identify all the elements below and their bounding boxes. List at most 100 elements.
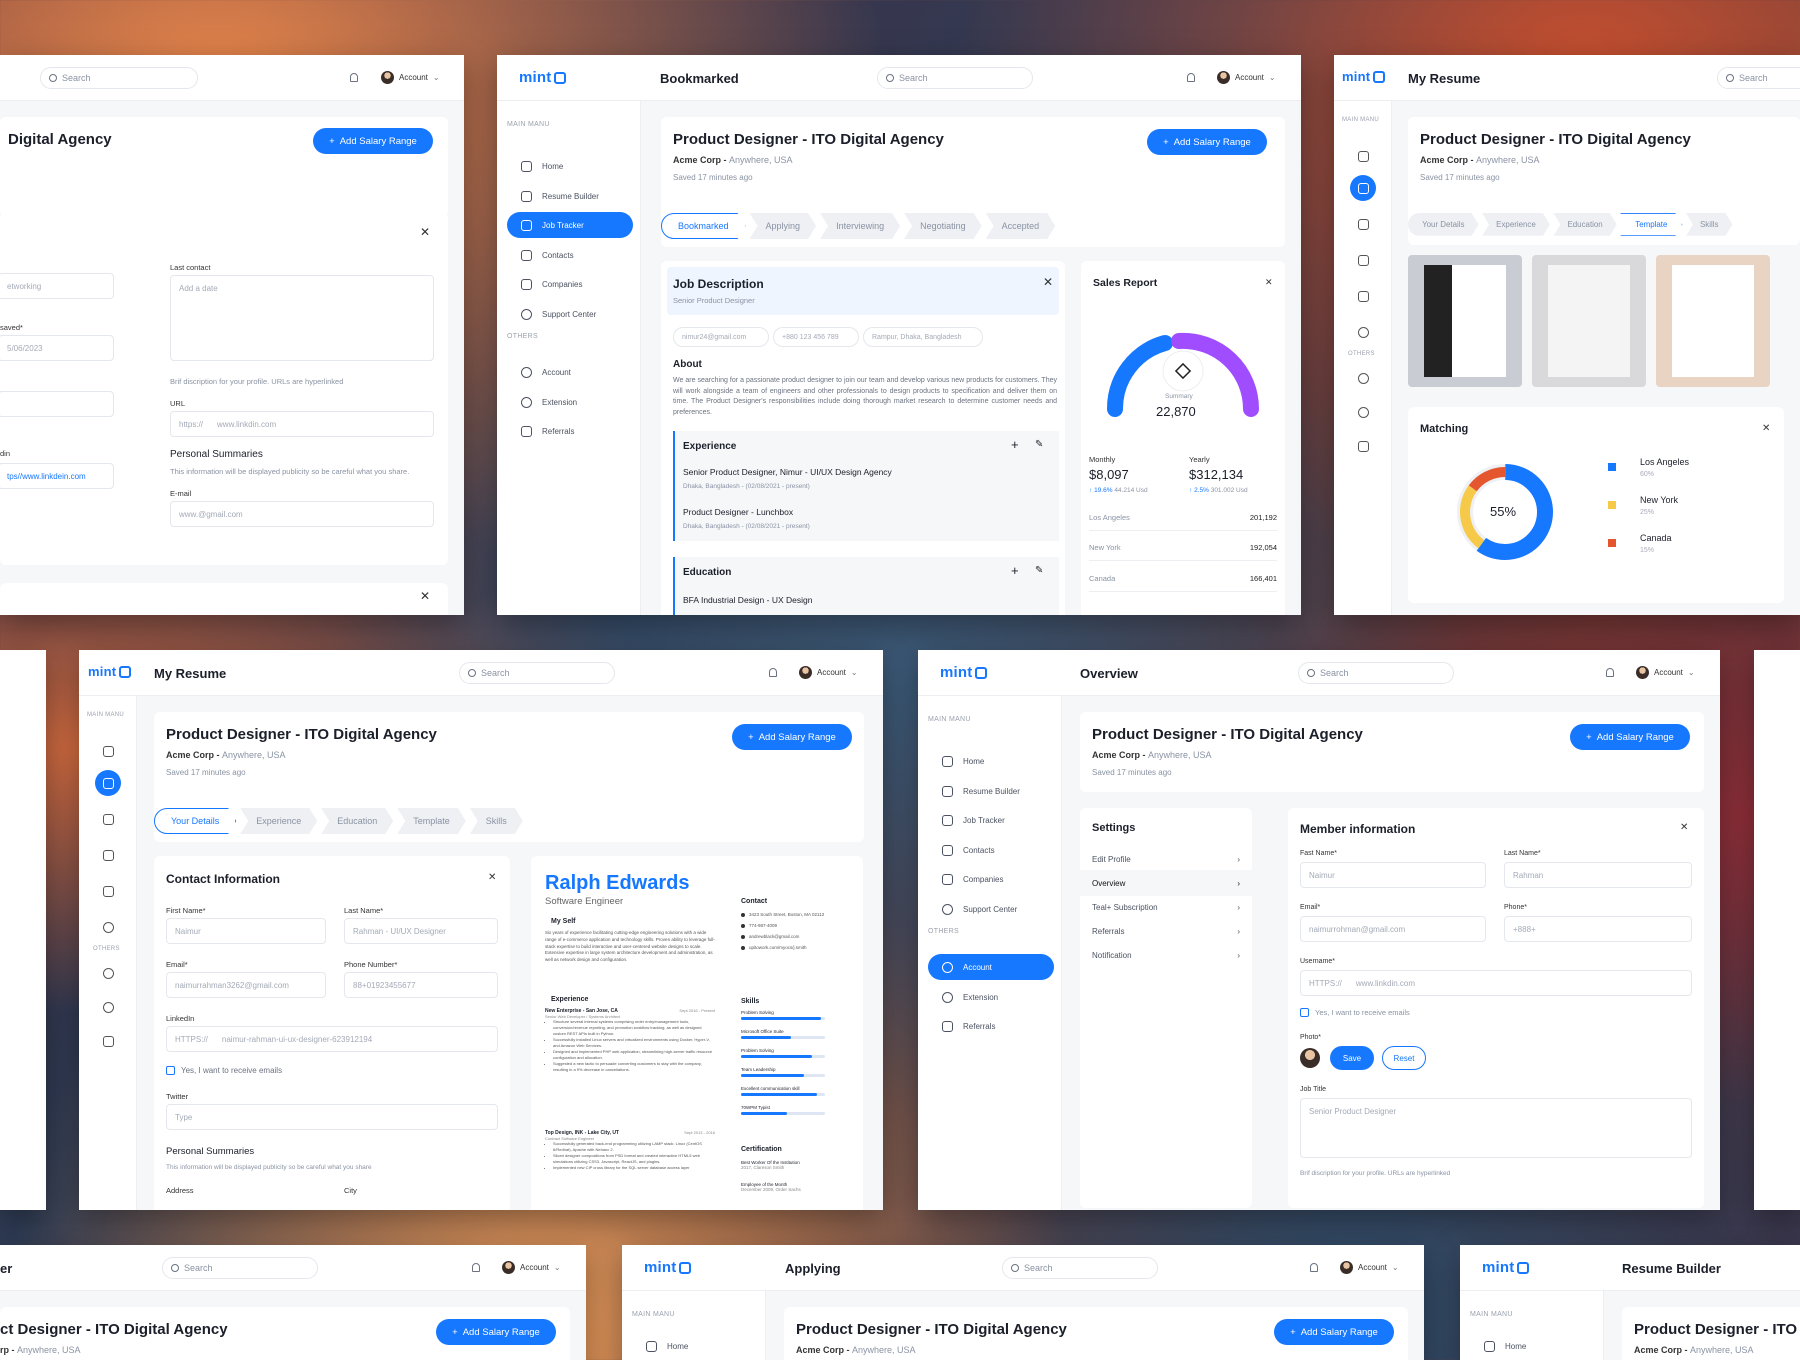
search-input[interactable]: Search — [40, 67, 198, 89]
sidebar-item-resume-builder[interactable]: Resume Builder — [507, 183, 633, 209]
networking-select[interactable]: etworking — [0, 273, 114, 299]
search-input[interactable]: Search — [1298, 662, 1454, 684]
add-salary-button[interactable]: + Add Salary Range — [1147, 129, 1267, 155]
last-contact-input[interactable]: Add a date — [170, 275, 434, 361]
sidebar-item-companies[interactable]: Companies — [507, 271, 633, 297]
template-dark[interactable] — [1408, 255, 1522, 387]
close-icon[interactable]: ✕ — [1680, 822, 1688, 833]
email-input[interactable]: naimurrohman@gmail.com — [1300, 916, 1486, 942]
sidebar-item-job-tracker[interactable]: Job Tracker — [507, 212, 633, 238]
last-name-input[interactable]: Rahman — [1504, 862, 1692, 888]
sidebar-item-support[interactable]: Support Center — [928, 896, 1054, 922]
email-input[interactable]: naimurrahman3262@gmail.com — [166, 972, 326, 998]
briefcase-icon[interactable] — [95, 806, 121, 832]
sidebar-item-extension[interactable]: Extension — [507, 389, 633, 415]
receive-emails-checkbox[interactable]: Yes, I want to receive emails — [1300, 1008, 1410, 1017]
job-title-input[interactable]: Senior Product Designer — [1300, 1098, 1692, 1158]
sidebar-item-referrals[interactable]: Referrals — [928, 1013, 1054, 1039]
account-menu[interactable]: Account ⌄ — [1636, 666, 1695, 679]
extension-icon[interactable] — [1350, 399, 1376, 425]
step-applying[interactable]: Applying — [750, 213, 817, 239]
logo[interactable]: mint — [940, 664, 988, 681]
logo[interactable]: mint — [1342, 69, 1386, 84]
first-name-input[interactable]: Naimur — [1300, 862, 1486, 888]
twitter-input[interactable]: Type — [166, 1104, 498, 1130]
step-skills[interactable]: Skills — [470, 808, 523, 834]
sidebar-item-referrals[interactable]: Referrals — [507, 418, 633, 444]
bell-icon[interactable] — [769, 668, 777, 677]
sidebar-item-home[interactable]: Home — [632, 1333, 758, 1359]
sidebar-item-support[interactable]: Support Center — [507, 301, 633, 327]
building-icon[interactable] — [95, 878, 121, 904]
step-experience[interactable]: Experience — [240, 808, 317, 834]
account-menu[interactable]: Account ⌄ — [502, 1261, 561, 1274]
support-icon[interactable] — [1350, 319, 1376, 345]
step-skills[interactable]: Skills — [1686, 213, 1733, 236]
sidebar-item-account[interactable]: Account — [507, 359, 633, 385]
email-input[interactable]: www.@gmail.com — [170, 501, 434, 527]
logo[interactable]: mint — [519, 69, 567, 86]
step-negotiating[interactable]: Negotiating — [904, 213, 982, 239]
close-icon[interactable]: ✕ — [488, 872, 496, 883]
saved-date-input[interactable]: 5/06/2023 — [0, 335, 114, 361]
blank-input[interactable] — [0, 391, 114, 417]
extension-icon[interactable] — [95, 994, 121, 1020]
phone-input[interactable]: +888+ — [1504, 916, 1692, 942]
add-education-icon[interactable]: + — [1011, 563, 1019, 578]
sidebar-item-home[interactable]: Home — [1470, 1333, 1596, 1359]
search-input[interactable]: Search — [877, 67, 1033, 89]
step-interviewing[interactable]: Interviewing — [820, 213, 900, 239]
logo[interactable]: mint — [1482, 1259, 1530, 1276]
sidebar-item-home[interactable]: Home — [507, 153, 633, 179]
sidebar-item-contacts[interactable]: Contacts — [928, 837, 1054, 863]
account-menu[interactable]: Account ⌄ — [1340, 1261, 1399, 1274]
add-salary-button[interactable]: + Add Salary Range — [436, 1319, 556, 1345]
bell-icon[interactable] — [1187, 73, 1195, 82]
bell-icon[interactable] — [472, 1263, 480, 1272]
sidebar-item-resume-builder[interactable]: Resume Builder — [928, 778, 1054, 804]
sidebar-item-job-tracker[interactable]: Job Tracker — [928, 807, 1054, 833]
gift-icon[interactable] — [1350, 433, 1376, 459]
step-template[interactable]: Template — [1620, 213, 1682, 236]
edit-experience-icon[interactable]: ✎ — [1035, 439, 1043, 450]
home-icon[interactable] — [1350, 143, 1376, 169]
resume-icon[interactable] — [95, 770, 121, 796]
last-name-input[interactable]: Rahman - UI/UX Designer — [344, 918, 498, 944]
sidebar-item-home[interactable]: Home — [928, 748, 1054, 774]
close-icon[interactable]: ✕ — [1043, 275, 1053, 289]
close-icon[interactable]: ✕ — [420, 589, 430, 603]
reset-button[interactable]: Reset — [1382, 1046, 1426, 1070]
add-salary-button[interactable]: + Add Salary Range — [1274, 1319, 1394, 1345]
step-education[interactable]: Education — [1553, 213, 1616, 236]
linkedin-input[interactable]: tps//www.linkdein.com — [0, 463, 114, 489]
step-bookmarked[interactable]: Bookmarked — [661, 213, 746, 239]
search-input[interactable]: Search — [162, 1257, 318, 1279]
phone-input[interactable]: 88+01923455677 — [344, 972, 498, 998]
account-menu[interactable]: Account ⌄ — [799, 666, 858, 679]
settings-notification[interactable]: Notification › — [1080, 942, 1252, 968]
step-accepted[interactable]: Accepted — [986, 213, 1056, 239]
sidebar-item-contacts[interactable]: Contacts — [507, 242, 633, 268]
bell-icon[interactable] — [1310, 1263, 1318, 1272]
add-experience-icon[interactable]: + — [1011, 437, 1019, 452]
save-button[interactable]: Save — [1330, 1046, 1374, 1070]
username-input[interactable]: HTTPS://www.linkdin.com — [1300, 970, 1692, 996]
bell-icon[interactable] — [1606, 668, 1614, 677]
user-icon[interactable] — [1350, 365, 1376, 391]
step-template[interactable]: Template — [397, 808, 466, 834]
step-experience[interactable]: Experience — [1482, 213, 1550, 236]
search-input[interactable]: Search — [1717, 67, 1800, 89]
linkedin-input[interactable]: HTTPS://naimur-rahman-ui-ux-designer-623… — [166, 1026, 498, 1052]
receive-emails-checkbox[interactable]: Yes, I want to receive emails — [166, 1066, 282, 1075]
home-icon[interactable] — [95, 738, 121, 764]
add-salary-button[interactable]: + Add Salary Range — [732, 724, 852, 750]
gift-icon[interactable] — [95, 1028, 121, 1054]
close-icon[interactable]: ✕ — [1265, 277, 1273, 288]
add-salary-button[interactable]: + Add Salary Range — [313, 128, 433, 154]
briefcase-icon[interactable] — [1350, 211, 1376, 237]
step-education[interactable]: Education — [321, 808, 393, 834]
logo[interactable]: mint — [88, 664, 132, 679]
settings-overview[interactable]: Overview › — [1080, 870, 1252, 896]
sidebar-item-account[interactable]: Account — [928, 954, 1054, 980]
settings-edit-profile[interactable]: Edit Profile › — [1080, 846, 1252, 872]
